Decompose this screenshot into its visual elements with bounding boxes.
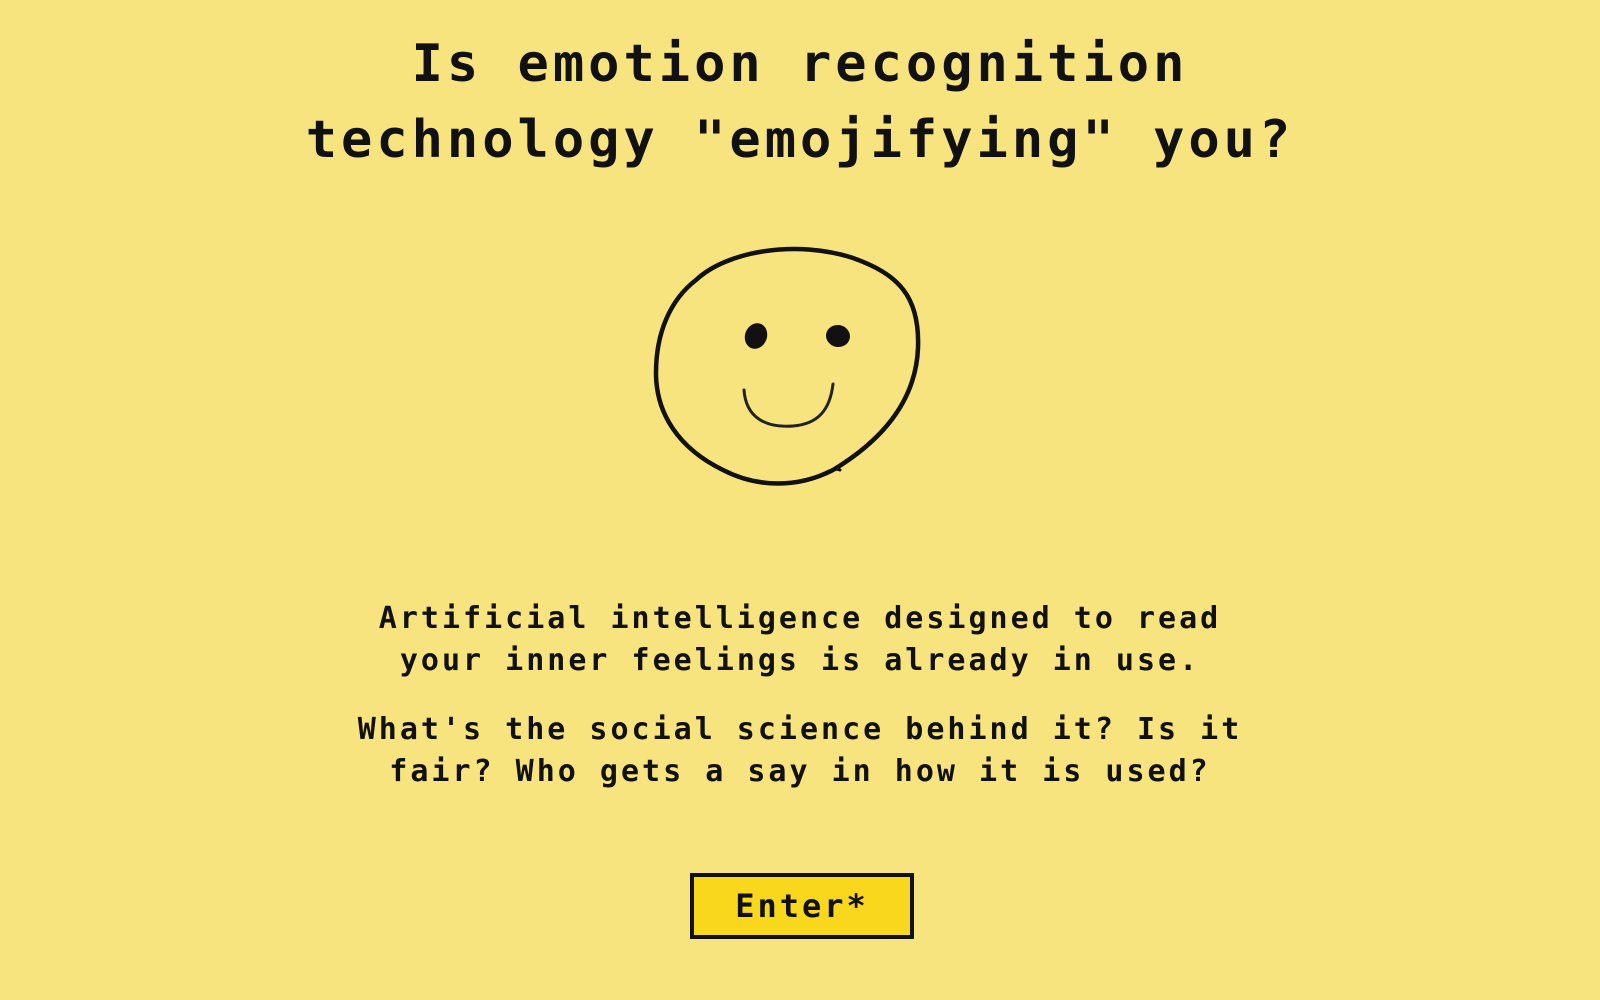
page-title: Is emotion recognition technology "emoji… — [0, 26, 1600, 178]
enter-button[interactable]: Enter* — [690, 873, 914, 939]
page-title-line-1: Is emotion recognition — [411, 34, 1189, 94]
left-eye — [744, 323, 768, 349]
intro-line-2: your inner feelings is already in use. — [399, 643, 1201, 678]
questions-line-1: What's the social science behind it? Is … — [357, 712, 1243, 747]
face-outline-tail — [821, 467, 842, 476]
intro-line-1: Artificial intelligence designed to read — [378, 601, 1222, 636]
right-eye — [826, 324, 850, 348]
page-title-line-2: technology "emojifying" you? — [305, 110, 1295, 170]
smiley-face-illustration — [648, 238, 948, 498]
smiley-face-icon — [653, 246, 921, 486]
smile-mouth — [742, 382, 835, 428]
questions-line-2: fair? Who gets a say in how it is used? — [389, 754, 1211, 789]
intro-text: Artificial intelligence designed to read… — [0, 598, 1600, 682]
face-outline — [653, 246, 921, 486]
questions-text: What's the social science behind it? Is … — [0, 709, 1600, 793]
